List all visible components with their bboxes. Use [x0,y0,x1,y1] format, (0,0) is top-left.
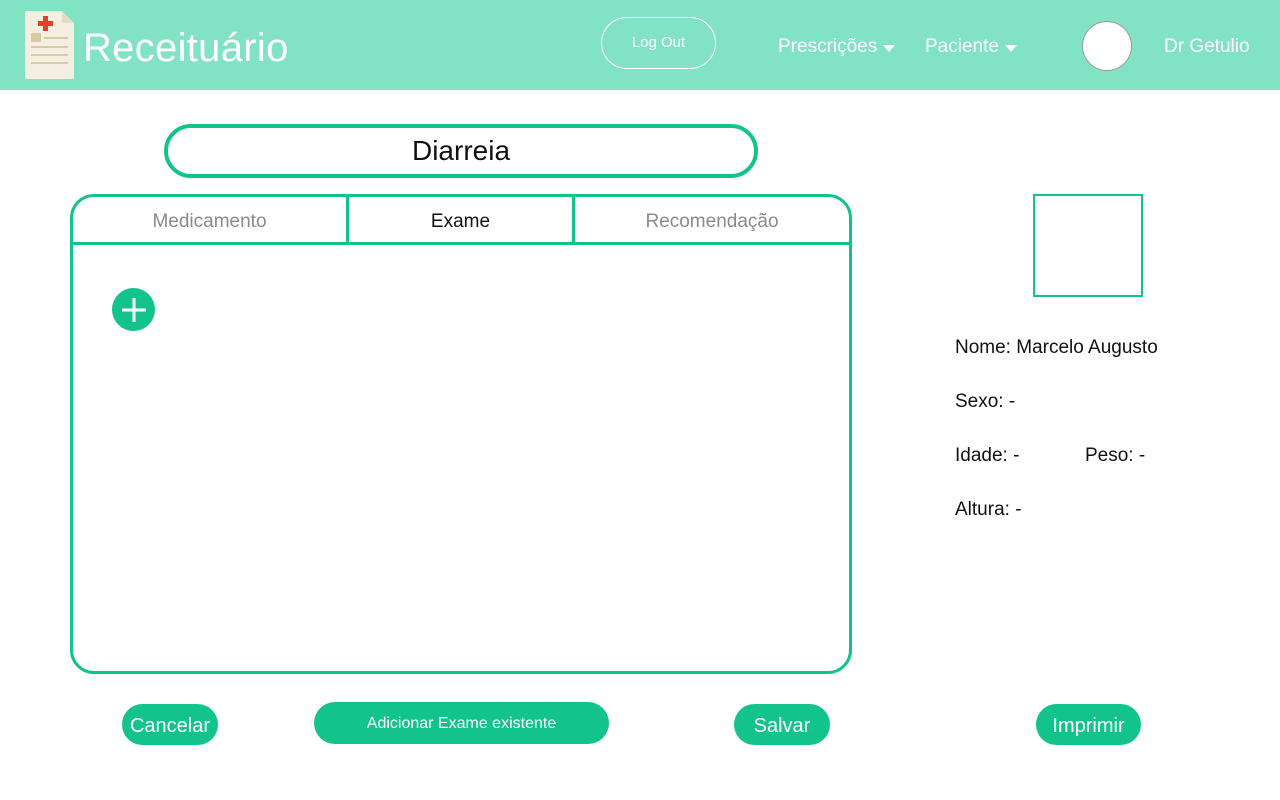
caret-down-icon [1004,44,1017,52]
patient-name: Nome: Marcelo Augusto [955,337,1158,358]
tab-medicamento[interactable]: Medicamento [73,197,349,242]
patient-height: Altura: - [955,499,1022,520]
nav-prescricoes-label: Prescrições [778,36,878,57]
patient-sex: Sexo: - [955,391,1016,412]
save-button[interactable]: Salvar [734,704,830,745]
nav-paciente-dropdown[interactable]: Paciente [925,34,1017,60]
add-existing-exam-button[interactable]: Adicionar Exame existente [314,702,609,744]
tab-bar: Medicamento Exame Recomendação [73,197,849,245]
caret-down-icon [883,44,896,52]
cancel-button[interactable]: Cancelar [122,704,218,745]
app-title: Receituário [83,26,289,70]
logout-button[interactable]: Log Out [601,17,716,69]
app-header: Receituário Log Out Prescrições Paciente… [0,0,1280,90]
prescription-document-icon [25,11,74,79]
prescription-title-field[interactable]: Diarreia [164,124,758,178]
add-exam-button[interactable] [112,288,155,331]
prescription-panel: Medicamento Exame Recomendação [70,194,852,674]
nav-paciente-label: Paciente [925,36,999,57]
patient-weight: Peso: - [1085,445,1146,466]
patient-photo [1033,194,1143,297]
tab-exame[interactable]: Exame [349,197,575,242]
print-button[interactable]: Imprimir [1036,704,1141,745]
patient-age: Idade: - [955,445,1020,466]
nav-prescricoes-dropdown[interactable]: Prescrições [778,34,896,60]
tab-recomendacao[interactable]: Recomendação [575,197,849,242]
user-avatar[interactable] [1082,21,1132,71]
user-name[interactable]: Dr Getulio [1164,34,1250,60]
